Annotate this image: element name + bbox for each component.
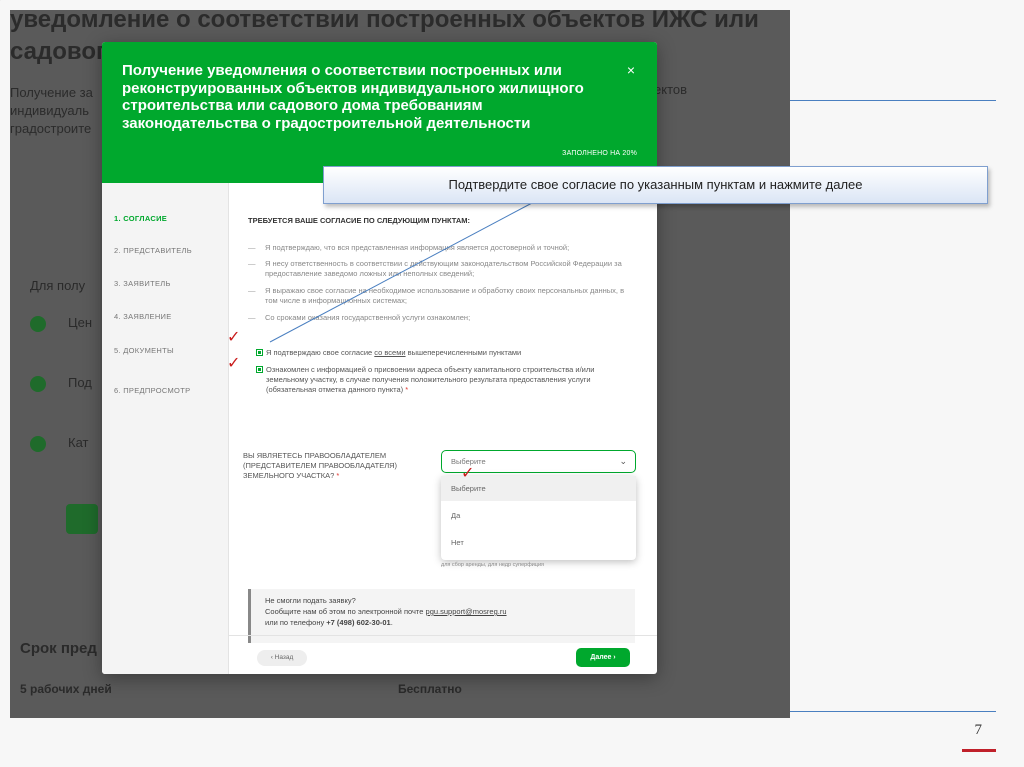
annotation-pointer-line [269, 202, 533, 343]
red-check-mark: ✓ [227, 329, 241, 346]
instruction-callout: Подтвердите свое согласие по указанным п… [323, 166, 988, 204]
red-check-mark: ✓ [461, 465, 475, 482]
red-check-mark: ✓ [227, 355, 241, 372]
